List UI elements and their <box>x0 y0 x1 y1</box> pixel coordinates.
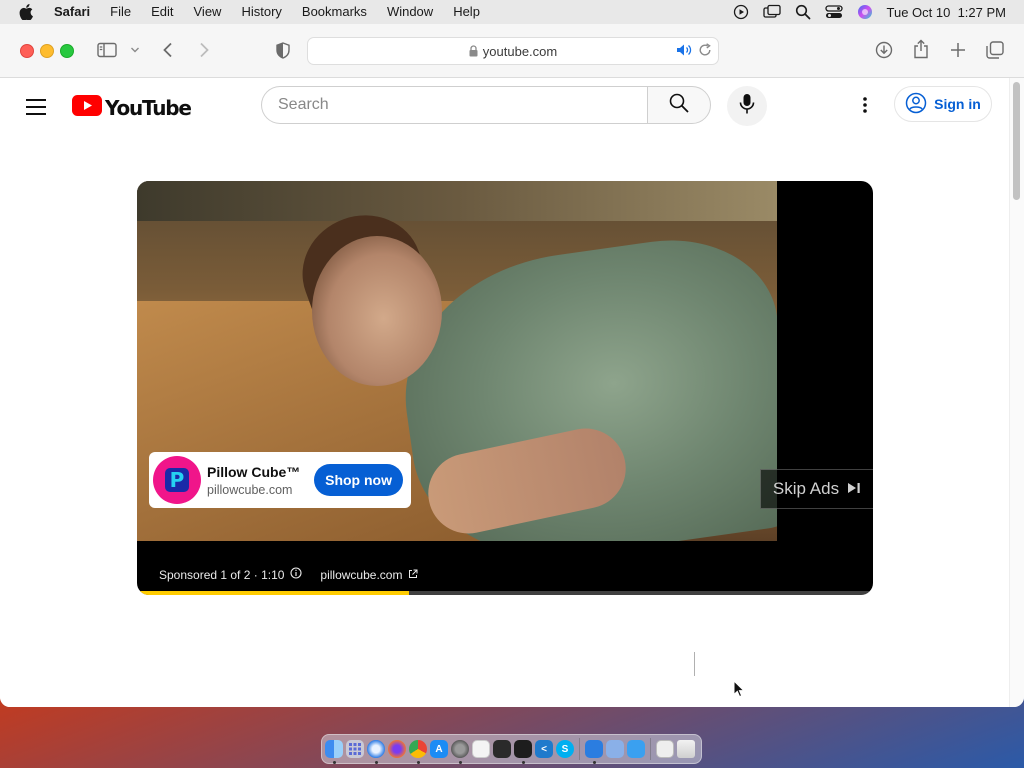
minimize-window-button[interactable] <box>40 44 54 58</box>
dock-safari-icon[interactable] <box>367 740 385 764</box>
ad-text: Pillow Cube™ pillowcube.com <box>207 464 300 497</box>
sign-in-label: Sign in <box>934 96 981 112</box>
search-icon <box>668 92 690 119</box>
new-tab-icon[interactable] <box>948 40 968 60</box>
dock-launchpad-icon[interactable] <box>346 740 364 758</box>
menu-help[interactable]: Help <box>443 0 490 24</box>
skip-next-icon <box>847 479 861 499</box>
sidebar-icon[interactable] <box>96 40 118 60</box>
download-icon[interactable] <box>874 40 894 60</box>
dock-pages-icon[interactable] <box>493 740 511 758</box>
page-scrollbar[interactable] <box>1009 78 1024 707</box>
search-input[interactable] <box>261 86 647 124</box>
microphone-icon <box>739 93 755 120</box>
dock-finder-icon[interactable] <box>325 740 343 764</box>
more-options-icon[interactable] <box>853 93 877 117</box>
dock-skype-icon[interactable]: S <box>556 740 574 758</box>
voice-search-button[interactable] <box>727 86 767 126</box>
mouse-pointer-icon <box>733 679 746 703</box>
menu-bookmarks[interactable]: Bookmarks <box>292 0 377 24</box>
tab-overview-icon[interactable] <box>985 40 1005 60</box>
screen-mirror-icon[interactable] <box>762 4 781 20</box>
advertiser-name[interactable]: Pillow Cube™ <box>207 464 300 480</box>
menu-app-name[interactable]: Safari <box>44 0 100 24</box>
control-center-icon[interactable] <box>824 4 843 20</box>
spotlight-search-icon[interactable] <box>795 4 811 20</box>
ad-progress-bar[interactable] <box>137 591 873 595</box>
lock-icon <box>469 45 478 57</box>
youtube-play-logo-icon <box>72 95 102 121</box>
advertiser-url[interactable]: pillowcube.com <box>207 483 300 497</box>
sign-in-button[interactable]: Sign in <box>894 86 992 122</box>
ad-info-bar: Sponsored 1 of 2 · 1:10 pillowcube.com <box>159 567 418 582</box>
back-arrow-icon[interactable] <box>158 40 178 60</box>
youtube-wordmark: YouTube <box>105 96 192 120</box>
youtube-page: YouTube Sign in <box>0 78 1010 707</box>
menu-edit[interactable]: Edit <box>141 0 183 24</box>
safari-window: youtube.com YouTube Search Sign in P Pil… <box>0 24 1024 707</box>
dock-vscode-icon[interactable]: < <box>535 740 553 758</box>
video-player[interactable]: P Pillow Cube™ pillowcube.com Shop now S… <box>137 181 873 595</box>
forward-arrow-icon[interactable] <box>194 40 214 60</box>
dock-app-store-icon[interactable]: A <box>430 740 448 758</box>
siri-icon[interactable] <box>857 4 873 20</box>
zoom-window-button[interactable] <box>60 44 74 58</box>
browser-toolbar: youtube.com <box>0 24 1024 78</box>
close-window-button[interactable] <box>20 44 34 58</box>
ad-info-link[interactable]: pillowcube.com <box>320 568 402 582</box>
dock-separator <box>579 738 580 760</box>
ad-overlay-card[interactable]: P Pillow Cube™ pillowcube.com Shop now <box>149 452 411 508</box>
ad-progress-fill <box>137 591 410 595</box>
account-circle-icon <box>905 92 927 117</box>
skip-ads-button[interactable]: Skip Ads <box>760 469 873 509</box>
apple-menu-icon[interactable] <box>16 2 36 22</box>
menu-history[interactable]: History <box>231 0 291 24</box>
shield-icon[interactable] <box>273 40 293 60</box>
advertiser-logo[interactable]: P <box>153 456 201 504</box>
dock: A < S <box>321 734 702 764</box>
share-icon[interactable] <box>911 38 931 60</box>
reload-icon[interactable] <box>698 43 712 60</box>
dock-separator-2 <box>650 738 651 760</box>
info-icon[interactable] <box>290 567 302 582</box>
speaker-icon[interactable] <box>676 43 692 60</box>
external-link-icon[interactable] <box>408 568 418 582</box>
menu-file[interactable]: File <box>100 0 141 24</box>
dock-trash-icon[interactable] <box>677 740 695 758</box>
chevron-down-icon[interactable] <box>128 42 142 58</box>
dock-preview-icon[interactable] <box>656 740 674 758</box>
youtube-logo[interactable]: YouTube <box>72 95 192 121</box>
dock-script-editor-icon[interactable] <box>627 740 645 758</box>
dock-firefox-icon[interactable] <box>388 740 406 758</box>
text-caret <box>694 652 695 676</box>
guide-menu-icon[interactable] <box>24 95 48 119</box>
dock-settings-icon[interactable] <box>451 740 469 764</box>
menu-window[interactable]: Window <box>377 0 443 24</box>
dock-remote-desktop-icon[interactable] <box>606 740 624 758</box>
scrollbar-thumb[interactable] <box>1013 82 1020 200</box>
skip-ads-label: Skip Ads <box>772 479 840 498</box>
advertiser-logo-letter: P <box>165 468 189 492</box>
dock-xcode-icon[interactable] <box>585 740 603 764</box>
shop-now-button[interactable]: Shop now <box>314 464 403 496</box>
address-bar[interactable]: youtube.com <box>307 37 719 65</box>
dock-chrome-icon[interactable] <box>409 740 427 764</box>
menubar-datetime[interactable]: Tue Oct 10 1:27 PM <box>887 5 1006 20</box>
search-button[interactable] <box>647 86 711 124</box>
sponsored-text: Sponsored 1 of 2 · 1:10 <box>159 567 285 582</box>
dock-terminal-icon[interactable] <box>514 740 532 764</box>
screen-record-icon[interactable] <box>733 4 749 20</box>
menu-bar: Safari File Edit View History Bookmarks … <box>0 0 1024 24</box>
address-text: youtube.com <box>482 43 558 59</box>
dock-textedit-icon[interactable] <box>472 740 490 758</box>
menu-view[interactable]: View <box>184 0 232 24</box>
